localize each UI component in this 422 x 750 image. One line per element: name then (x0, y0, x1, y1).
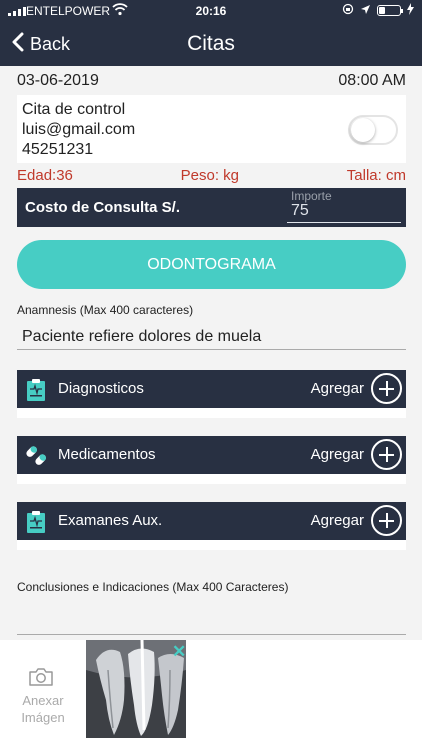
appointment-time[interactable]: 08:00 AM (338, 72, 406, 90)
agregar-link[interactable]: Agregar (311, 380, 364, 397)
anamnesis-underline (17, 349, 406, 350)
section-medicamentos: Medicamentos Agregar (17, 436, 406, 484)
odontograma-button[interactable]: ODONTOGRAMA (17, 240, 406, 289)
importe-placeholder: Importe (291, 189, 332, 203)
agregar-link[interactable]: Agregar (311, 446, 364, 463)
anamnesis-label: Anamnesis (Max 400 caracteres) (17, 303, 194, 317)
appointment-date[interactable]: 03-06-2019 (17, 72, 99, 90)
conclusiones-label: Conclusiones e Indicaciones (Max 400 Car… (17, 580, 289, 594)
section-title: Diagnosticos (58, 380, 144, 397)
section-examenes: Examanes Aux. Agregar (17, 502, 406, 550)
add-examen-button[interactable] (371, 505, 402, 536)
clipboard-icon (25, 378, 47, 407)
clipboard-icon (25, 510, 47, 539)
appointment-type: Cita de control (22, 101, 126, 118)
importe-underline (287, 222, 401, 223)
close-icon[interactable]: ✕ (172, 642, 186, 662)
xray-thumbnail[interactable] (86, 640, 186, 738)
patient-metrics: Edad:36 Peso: kg Talla: cm (17, 163, 406, 188)
section-diagnosticos: Diagnosticos Agregar (17, 370, 406, 418)
anamnesis-input[interactable]: Paciente refiere dolores de muela (22, 328, 261, 346)
peso-value[interactable]: Peso: kg (181, 167, 239, 184)
agregar-link[interactable]: Agregar (311, 512, 364, 529)
attachment-bar: Anexar Imágen ✕ (0, 640, 422, 750)
camera-icon[interactable] (28, 667, 54, 692)
add-diagnostico-button[interactable] (371, 373, 402, 404)
status-bar: ENTELPOWER 20:16 (0, 0, 422, 22)
section-title: Medicamentos (58, 446, 156, 463)
status-toggle[interactable] (348, 115, 398, 145)
appointment-form: 03-06-2019 08:00 AM Cita de control luis… (17, 66, 406, 635)
conclusiones-input[interactable] (17, 634, 406, 635)
edad-value: Edad:36 (17, 167, 73, 184)
nav-bar: Back Citas (0, 22, 422, 66)
patient-phone: 45251231 (22, 141, 94, 158)
cost-bar: Costo de Consulta S/. Importe 75 (17, 188, 406, 227)
anexar-imagen-button[interactable]: Anexar Imágen (14, 692, 72, 726)
importe-input[interactable]: 75 (291, 202, 309, 220)
pills-icon (25, 444, 49, 473)
patient-card: Cita de control luis@gmail.com 45251231 (17, 95, 406, 163)
charging-icon (407, 3, 414, 18)
cost-label: Costo de Consulta S/. (25, 199, 181, 216)
battery-icon (377, 5, 403, 16)
datetime-row: 03-06-2019 08:00 AM (17, 66, 406, 95)
location-icon (360, 4, 371, 18)
section-title: Examanes Aux. (58, 512, 163, 529)
add-medicamento-button[interactable] (371, 439, 402, 470)
talla-value[interactable]: Talla: cm (347, 167, 406, 184)
page-title: Citas (187, 32, 235, 55)
rotation-lock-icon (342, 3, 354, 18)
